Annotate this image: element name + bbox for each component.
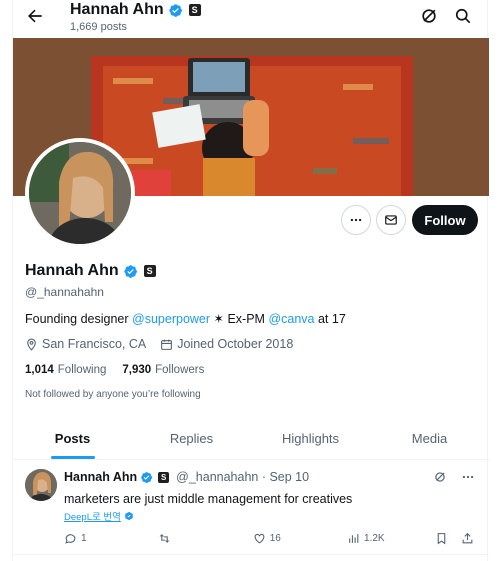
followers-count: 7,930 (122, 364, 152, 376)
repost-button[interactable] (158, 532, 252, 545)
tab-highlights[interactable]: Highlights (251, 418, 370, 459)
header-name: Hannah Ahn (70, 1, 164, 18)
location-icon (27, 338, 36, 351)
bio-text: at 17 (314, 312, 346, 326)
profile-page: Hannah Ahn S 1,669 posts Follow Hannah A… (12, 0, 489, 561)
affiliate-badge-icon: S (188, 4, 201, 16)
reply-button[interactable]: 1 (64, 532, 158, 545)
share-icon (462, 532, 473, 544)
calendar-icon (161, 339, 173, 350)
reply-icon (65, 534, 76, 544)
search-icon[interactable] (453, 6, 473, 26)
tab-replies[interactable]: Replies (132, 418, 251, 459)
bio-text: ✶ Ex-PM (210, 312, 269, 326)
posts-count: 1,669 posts (70, 21, 127, 33)
follow-button[interactable]: Follow (412, 205, 478, 235)
reply-count: 1 (81, 533, 87, 544)
more-button[interactable] (341, 205, 371, 235)
following-label: Following (57, 364, 107, 376)
like-count: 16 (269, 533, 281, 544)
bio-link-superpower[interactable]: @superpower (132, 312, 210, 326)
not-followed-text: Not followed by anyone you’re following (25, 389, 201, 400)
envelope-icon (385, 215, 397, 225)
profile-handle: @_hannahahn (25, 285, 104, 299)
joined-text: Joined October 2018 (177, 337, 294, 351)
verified-icon (141, 471, 153, 483)
views-icon (349, 534, 359, 543)
grok-icon[interactable] (433, 470, 447, 484)
translate-label: DeepL로 번역 (64, 512, 121, 523)
views-count: 1.2K (364, 533, 385, 544)
affiliate-badge-icon: S (158, 471, 170, 483)
more-icon (350, 218, 362, 222)
tweet-author-name[interactable]: Hannah Ahn (64, 470, 137, 484)
profile-avatar[interactable] (25, 138, 135, 248)
followers-label: Followers (155, 364, 205, 376)
avatar-image (29, 142, 131, 244)
tweet-actions: 1 16 1.2K (64, 532, 474, 545)
tweet-text: marketers are just middle management for… (64, 492, 353, 506)
profile-tabs: Posts Replies Highlights Media (13, 418, 489, 460)
profile-bio: Founding designer @superpower ✶ Ex-PM @c… (25, 311, 346, 326)
followers-link[interactable]: 7,930 Followers (122, 364, 204, 376)
following-link[interactable]: 1,014 Following (25, 364, 106, 376)
following-count: 1,014 (25, 364, 54, 376)
profile-name-text: Hannah Ahn (25, 262, 119, 279)
tweet-avatar[interactable] (25, 469, 57, 501)
deepl-icon (125, 511, 133, 521)
grok-icon[interactable] (419, 6, 439, 26)
tweet[interactable]: Hannah Ahn S @_hannahahn · Sep 10 market… (13, 461, 489, 555)
bookmark-button[interactable] (435, 532, 461, 545)
tab-posts[interactable]: Posts (13, 418, 132, 459)
repost-icon (159, 534, 170, 543)
share-button[interactable] (461, 532, 474, 545)
profile-meta: San Francisco, CA Joined October 2018 (25, 337, 293, 351)
like-button[interactable]: 16 (253, 532, 347, 545)
tweet-header: Hannah Ahn S @_hannahahn · Sep 10 (64, 470, 309, 484)
verified-icon (169, 3, 182, 17)
location-text: San Francisco, CA (42, 337, 147, 351)
top-header: Hannah Ahn S 1,669 posts (13, 0, 489, 38)
verified-icon[interactable] (123, 264, 138, 279)
translate-link[interactable]: DeepL로 번역 (64, 509, 134, 523)
message-button[interactable] (376, 205, 406, 235)
header-title: Hannah Ahn S (70, 1, 201, 19)
tab-media[interactable]: Media (370, 418, 489, 459)
tweet-top-icons (433, 470, 475, 484)
heart-icon (254, 533, 265, 544)
bio-link-canva[interactable]: @canva (268, 312, 314, 326)
follow-stats: 1,014 Following 7,930 Followers (25, 364, 204, 376)
more-icon[interactable] (461, 470, 475, 484)
avatar-image (25, 469, 57, 501)
arrow-left-icon[interactable] (25, 6, 45, 26)
tweet-handle-date[interactable]: @_hannahahn · Sep 10 (176, 470, 309, 484)
bookmark-icon (438, 533, 446, 545)
bio-text: Founding designer (25, 312, 133, 326)
views-button[interactable]: 1.2K (347, 532, 435, 545)
profile-name: Hannah Ahn S (25, 262, 156, 280)
affiliate-badge-icon[interactable]: S (143, 265, 156, 277)
